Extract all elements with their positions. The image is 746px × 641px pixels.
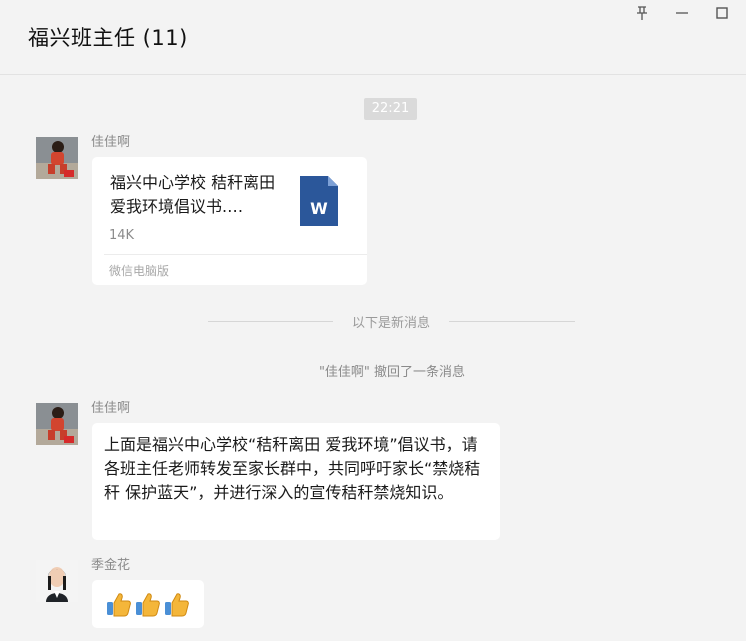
sender-name: 季金花: [91, 558, 131, 573]
word-file-letter: W: [310, 199, 328, 218]
avatar-jiajia[interactable]: [36, 403, 78, 445]
message-timestamp: 22:21: [364, 98, 417, 120]
avatar-jijinhua[interactable]: [36, 560, 78, 602]
new-messages-divider: 以下是新消息: [351, 316, 430, 331]
divider-line-left: [208, 321, 333, 322]
emoji-message-bubble[interactable]: [92, 580, 204, 628]
file-message-card[interactable]: 福兴中心学校 秸秆离田 爱我环境倡议书.… W 14K 微信电脑版: [92, 157, 367, 285]
word-file-icon: W: [300, 176, 338, 226]
message-text: 上面是福兴中心学校“秸秆离田 爱我环境”倡议书，请各班主任老师转发至家长群中，共…: [104, 435, 481, 502]
file-name: 福兴中心学校 秸秆离田 爱我环境倡议书.…: [110, 173, 276, 216]
pin-icon[interactable]: [632, 4, 652, 22]
thumbs-up-icon: [162, 590, 190, 618]
thumbs-up-icon: [133, 590, 161, 618]
avatar-jiajia[interactable]: [36, 137, 78, 179]
title-bar: 福兴班主任 (11): [0, 0, 746, 75]
chat-title: 福兴班主任 (11): [28, 26, 188, 50]
file-size: 14K: [109, 228, 135, 243]
recall-notice: "佳佳啊" 撤回了一条消息: [318, 365, 466, 380]
divider-line-right: [449, 321, 575, 322]
sender-name: 佳佳啊: [91, 401, 131, 416]
file-source-label: 微信电脑版: [109, 264, 170, 278]
file-card-divider: [104, 254, 367, 255]
text-message-bubble[interactable]: 上面是福兴中心学校“秸秆离田 爱我环境”倡议书，请各班主任老师转发至家长群中，共…: [92, 423, 500, 540]
sender-name: 佳佳啊: [91, 135, 131, 150]
minimize-icon[interactable]: [672, 4, 692, 22]
thumbs-up-icon: [104, 590, 132, 618]
maximize-icon[interactable]: [712, 4, 732, 22]
